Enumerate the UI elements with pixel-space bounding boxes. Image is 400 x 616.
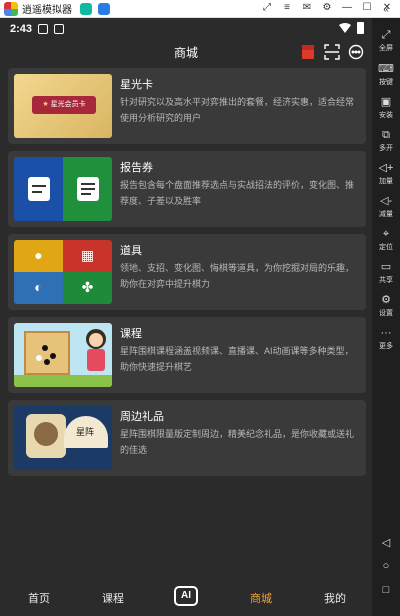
sidebar-multi[interactable]: ⧉ 多开	[372, 128, 400, 153]
battery-icon	[357, 22, 364, 34]
sidebar-keyboard[interactable]: ⌨ 按键	[372, 62, 400, 87]
card-title: 周边礼品	[120, 411, 164, 423]
card-description: 报告包含每个盘面推荐选点与实战招法的评价，变化图、推荐度、子差以及胜率	[120, 180, 355, 206]
card-report-voucher[interactable]: 报告券 报告包含每个盘面推荐选点与实战招法的评价，变化图、推荐度、子差以及胜率	[8, 151, 366, 227]
settings-icon: ⚙	[381, 294, 391, 306]
emulator-title: 逍遥模拟器	[22, 5, 72, 16]
recents-icon[interactable]: □	[380, 584, 392, 596]
card-description: 领地、支招、变化图、悔棋等道具，为你挖掘对局的乐趣，助你在对弈中提升棋力	[120, 263, 355, 289]
go-board-illustration	[24, 331, 70, 375]
card-title: 道具	[120, 245, 142, 257]
red-envelope-icon[interactable]	[300, 44, 316, 60]
mail-icon[interactable]: ✉	[300, 1, 314, 15]
sidebar-volume-down[interactable]: ◁- 减量	[372, 194, 400, 219]
card-title: 课程	[120, 328, 142, 340]
star-card-thumbnail: ★ 星光会员卡	[14, 74, 112, 138]
menu-icon[interactable]: ≡	[280, 1, 294, 15]
nav-ai[interactable]: AI	[174, 586, 198, 606]
nav-mall[interactable]: 商城	[250, 590, 272, 606]
keyboard-icon: ⌨	[378, 63, 394, 75]
app-tab-icon-2[interactable]	[98, 2, 110, 15]
more-icon: ···	[380, 327, 392, 339]
location-icon: ⌖	[382, 228, 390, 240]
card-courses[interactable]: 课程 星阵围棋课程涵盖视频课、直播课、AI动画课等多种类型，助你快速提升棋艺	[8, 317, 366, 393]
star-icon: ★	[42, 101, 49, 108]
app-notification-icon	[54, 24, 65, 34]
card-star-card[interactable]: ★ 星光会员卡 星光卡 针对研究以及高水平对弈推出的套餐，经济实惠，适合经常使用分…	[8, 68, 366, 144]
wifi-icon	[339, 23, 351, 33]
notification-icon	[38, 24, 49, 34]
card-description: 星阵围棋限量版定制周边，精美纪念礼品，是你收藏或送礼的佳选	[120, 429, 355, 455]
nav-course[interactable]: 课程	[102, 590, 124, 606]
status-bar: 2:43	[0, 18, 372, 40]
sidebar-location[interactable]: ⌖ 定位	[372, 227, 400, 252]
emulator-title-bar: 逍遥模拟器 ⤢ ≡ ✉ ⚙ — ☐ ✕	[0, 0, 400, 18]
sidebar-more[interactable]: ··· 更多	[372, 326, 400, 351]
tiger-illustration	[34, 422, 58, 446]
card-props[interactable]: ● ▦ ◐ ✤ 道具 领地、支招、变化图、悔棋等道具，为你挖掘对局的乐趣，助你在…	[8, 234, 366, 310]
app-header: 商城	[0, 40, 372, 66]
shared-folder-icon: ▭	[380, 261, 392, 273]
sidebar-fullscreen[interactable]: ⤢ 全屏	[372, 28, 400, 53]
scan-icon[interactable]	[324, 44, 340, 60]
bottom-nav: 首页 课程 AI 商城 我的	[0, 580, 372, 616]
member-card-chip: ★ 星光会员卡	[32, 96, 96, 114]
back-icon[interactable]: ◁	[380, 536, 392, 549]
card-merchandise[interactable]: 星阵 周边礼品 星阵围棋限量版定制周边，精美纪念礼品，是你收藏或送礼的佳选	[8, 400, 366, 476]
home-icon[interactable]: ○	[380, 560, 392, 572]
app-tab-icon[interactable]	[80, 2, 92, 15]
fullscreen-icon: ⤢	[381, 29, 391, 41]
document-lines-icon	[77, 177, 99, 201]
message-icon[interactable]	[348, 44, 364, 60]
nav-home[interactable]: 首页	[28, 590, 50, 606]
sidebar-install[interactable]: ▣ 安装	[372, 95, 400, 120]
sidebar-share[interactable]: ▭ 共享	[372, 260, 400, 285]
card-description: 针对研究以及高水平对弈推出的套餐，经济实惠，适合经常使用分析研究的用户	[120, 97, 355, 123]
document-icon	[28, 177, 50, 201]
multi-instance-icon: ⧉	[382, 129, 390, 141]
sidebar-volume-up[interactable]: ◁+ 加量	[372, 161, 400, 186]
emulator-sidebar: « ⤢ 全屏 ⌨ 按键 ▣ 安装 ⧉ 多开 ◁+ 加量 ◁- 减量 ⌖ 定位 ▭…	[372, 4, 400, 616]
minimize-button[interactable]: —	[340, 1, 354, 15]
card-title: 星光卡	[120, 79, 153, 91]
volume-up-icon: ◁+	[378, 162, 394, 174]
course-thumbnail	[14, 323, 112, 387]
fan-illustration: 星阵	[64, 416, 108, 448]
girl-illustration	[89, 333, 103, 347]
nav-mine[interactable]: 我的	[324, 590, 346, 606]
calculator-icon: ▦	[80, 247, 95, 263]
apk-install-icon: ▣	[380, 96, 392, 108]
card-title: 报告券	[120, 162, 153, 174]
sidebar-settings[interactable]: ⚙ 设置	[372, 293, 400, 318]
props-thumbnail: ● ▦ ◐ ✤	[14, 240, 112, 304]
emulator-logo-icon	[4, 1, 18, 16]
card-description: 星阵围棋课程涵盖视频课、直播课、AI动画课等多种类型，助你快速提升棋艺	[120, 346, 354, 372]
lightbulb-icon: ●	[34, 247, 43, 263]
gift-thumbnail: 星阵	[14, 406, 112, 470]
expand-icon[interactable]: ⤢	[260, 1, 274, 15]
volume-down-icon: ◁-	[379, 195, 393, 207]
status-time: 2:43	[10, 23, 33, 35]
report-thumbnail	[14, 157, 112, 221]
pill-icon: ◐	[34, 279, 43, 295]
settings-window-icon[interactable]: ⚙	[320, 1, 334, 15]
collapse-sidebar-icon[interactable]: «	[372, 4, 400, 15]
clover-icon: ✤	[81, 279, 94, 295]
